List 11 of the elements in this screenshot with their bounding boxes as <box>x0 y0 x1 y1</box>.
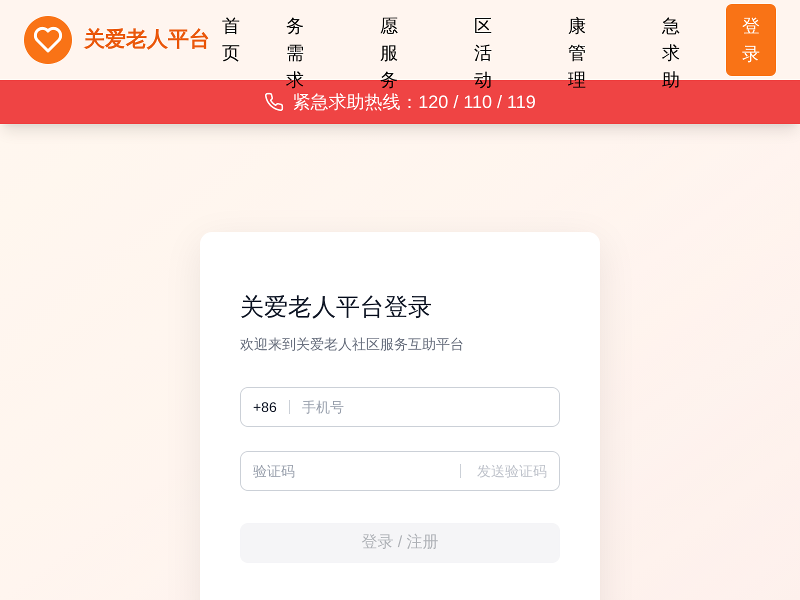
nav-link[interactable]: 首页 <box>222 13 240 94</box>
country-code: +86 <box>253 398 277 416</box>
code-input[interactable]: 验证码 <box>253 460 460 482</box>
login-subtitle: 欢迎来到关爱老人社区服务互助平台 <box>240 335 465 354</box>
phone-field[interactable]: +86 手机号 <box>240 387 560 427</box>
hotline-text: 紧急求助热线：120 / 110 / 119 <box>292 90 536 114</box>
site-title: 关爱老人平台 <box>84 27 210 54</box>
heart-logo-icon <box>24 16 72 64</box>
phone-icon <box>264 92 284 112</box>
login-title: 关爱老人平台登录 <box>240 293 433 323</box>
phone-input[interactable]: 手机号 <box>302 396 547 418</box>
